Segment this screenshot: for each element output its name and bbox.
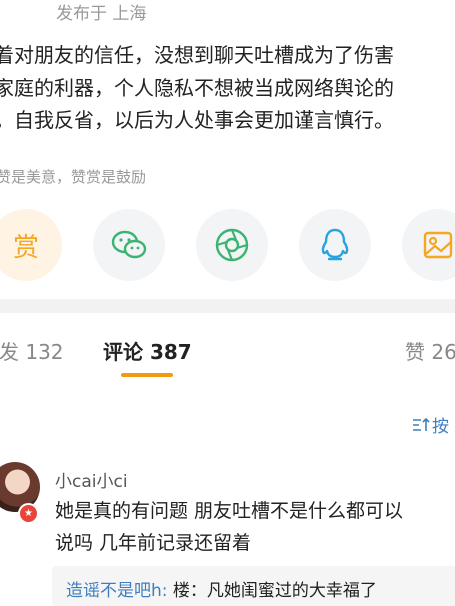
comment-text-line: 她是真的有问题 朋友吐槽不是什么都可以 [55, 500, 404, 522]
tab-comments[interactable]: 评论 387 [103, 336, 192, 365]
post-text-line: 着对朋友的信任，没想到聊天吐槽成为了伤害 [0, 43, 394, 67]
sort-toggle[interactable]: 按 [412, 412, 449, 437]
reply-username[interactable]: 造谣不是吧h: [66, 581, 168, 601]
share-moments-button[interactable] [196, 209, 268, 281]
tab-likes[interactable]: 赞 26 [405, 336, 455, 365]
sort-label: 按 [432, 417, 449, 437]
comment-username[interactable]: 小cai小ci [55, 467, 128, 492]
active-tab-indicator [121, 373, 173, 377]
save-image-button[interactable] [402, 209, 455, 281]
vip-badge-icon: ★ [18, 503, 39, 524]
share-wechat-button[interactable] [93, 209, 165, 281]
photo-icon [423, 231, 453, 259]
tab-repost[interactable]: 发 132 [0, 336, 64, 365]
sort-icon [413, 417, 430, 431]
post-text-line: 家庭的利器，个人隐私不想被当成网络舆论的 [0, 76, 394, 100]
section-divider [0, 299, 455, 313]
post-text-line: 。自我反省，以后为人处事会更加谨言慎行。 [0, 108, 394, 132]
wechat-icon [111, 230, 147, 259]
share-qq-button[interactable] [299, 209, 371, 281]
reward-hint: 赞是美意，赞赏是鼓励 [0, 168, 147, 186]
qq-icon [321, 228, 349, 261]
comment-text-line: 说吗 几年前记录还留着 [55, 532, 252, 554]
moments-icon [215, 228, 249, 262]
publish-location: 发布于 上海 [56, 4, 147, 24]
reply-content: 楼：凡她闺蜜过的大幸福了 [172, 581, 377, 601]
reward-button[interactable]: 赏 [0, 209, 62, 281]
reward-icon: 赏 [12, 232, 39, 263]
reply-preview-text: 造谣不是吧h: 楼：凡她闺蜜过的大幸福了 [66, 576, 377, 601]
